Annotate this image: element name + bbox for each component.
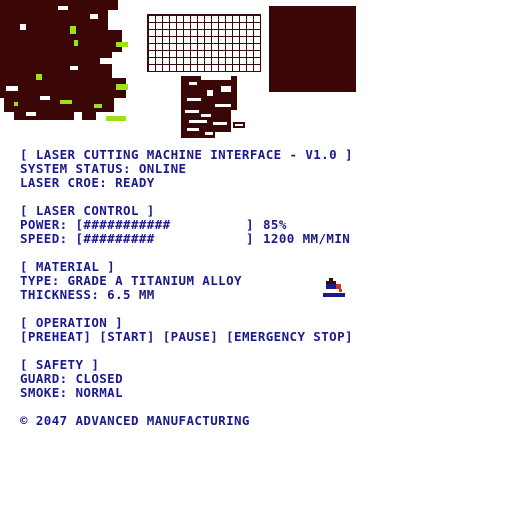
power-row: POWER: [########### ] 85% <box>20 218 500 232</box>
power-value: 85% <box>263 217 287 232</box>
power-bar[interactable]: POWER: [########### <box>20 218 171 232</box>
power-bar-end: ] <box>246 217 254 232</box>
speed-value: 1200 MM/MIN <box>263 231 351 246</box>
laser-status: LASER CROE: READY <box>20 175 155 190</box>
operation-buttons: [PREHEAT] [START] [PAUSE] [EMERGENCY STO… <box>20 330 500 344</box>
preheat-button[interactable]: [PREHEAT] <box>20 329 91 344</box>
preview-panel <box>269 6 356 92</box>
start-button[interactable]: [START] <box>99 329 154 344</box>
speed-row: SPEED: [######### ] 1200 MM/MIN <box>20 232 500 246</box>
paint-bucket-icon <box>323 278 345 297</box>
speed-bar-end: ] <box>246 231 254 246</box>
glitch-noise-image <box>0 0 128 121</box>
speed-bar[interactable]: SPEED: [######### <box>20 232 155 246</box>
machine-interface: [ LASER CUTTING MACHINE INTERFACE - V1.0… <box>20 148 500 428</box>
page-title: [ LASER CUTTING MACHINE INTERFACE - V1.0… <box>20 147 353 162</box>
copyright: © 2047 ADVANCED MANUFACTURING <box>20 413 250 428</box>
laser-control-heading: [ LASER CONTROL ] <box>20 203 155 218</box>
emergency-stop-button[interactable]: [EMERGENCY STOP] <box>226 329 353 344</box>
guard-status: GUARD: CLOSED <box>20 371 124 386</box>
operation-heading: [ OPERATION ] <box>20 315 124 330</box>
material-heading: [ MATERIAL ] <box>20 259 116 274</box>
pause-button[interactable]: [PAUSE] <box>163 329 218 344</box>
material-thickness: THICKNESS: 6.5 MM <box>20 287 155 302</box>
system-status: SYSTEM STATUS: ONLINE <box>20 161 187 176</box>
smoke-status: SMOKE: NORMAL <box>20 385 124 400</box>
machine-sprite-image <box>181 76 245 138</box>
safety-heading: [ SAFETY ] <box>20 357 100 372</box>
material-type: TYPE: GRADE A TITANIUM ALLOY <box>20 273 242 288</box>
grid-display <box>147 14 261 72</box>
